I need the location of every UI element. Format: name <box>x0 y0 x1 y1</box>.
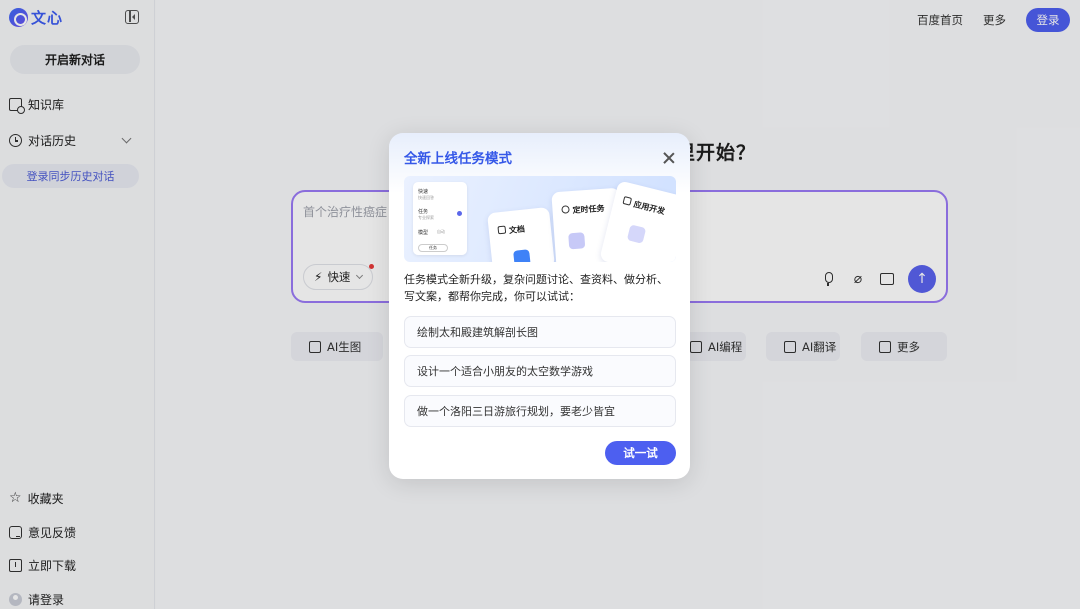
doc-icon <box>497 225 507 235</box>
feature-banner: 快速 快速回答 任务 专业探索 模型 自动 任务 文档 定时任务 应用开发 <box>404 176 676 262</box>
dialog-title: 全新上线任务模式 <box>404 151 512 167</box>
mode-panel-illustration: 快速 快速回答 任务 专业探索 模型 自动 任务 <box>413 182 467 255</box>
panel-row-title: 快速 <box>418 189 429 195</box>
panel-row-sub: 自动 <box>437 229 445 234</box>
card-label: 应用开发 <box>632 199 666 217</box>
suggestion-item[interactable]: 设计一个适合小朋友的太空数学游戏 <box>404 355 676 387</box>
suggestion-item[interactable]: 绘制太和殿建筑解剖长图 <box>404 316 676 348</box>
panel-row-title: 任务 <box>418 209 429 215</box>
close-icon[interactable] <box>663 152 675 164</box>
app-icon <box>622 196 633 206</box>
try-it-button[interactable]: 试一试 <box>605 441 676 465</box>
suggestion-item[interactable]: 做一个洛阳三日游旅行规划，要老少皆宜 <box>404 395 676 427</box>
word-icon <box>513 249 531 262</box>
task-mode-dialog: 全新上线任务模式 快速 快速回答 任务 专业探索 模型 自动 任务 文档 定时任… <box>389 133 690 479</box>
card-label: 文档 <box>508 224 526 236</box>
dialog-description: 任务模式全新升级，复杂问题讨论、查资料、做分析、写文案，都帮你完成，你可以试试： <box>404 273 668 303</box>
selected-dot <box>457 211 462 216</box>
calendar-icon <box>568 232 586 250</box>
panel-row-sub: 专业探索 <box>418 215 434 220</box>
panel-row-sub: 快速回答 <box>418 195 434 200</box>
panel-chip: 任务 <box>418 244 448 252</box>
panel-row-title: 模型 <box>418 230 429 236</box>
doc-card: 文档 <box>487 206 555 262</box>
code-bracket-icon <box>626 224 647 244</box>
alarm-clock-icon <box>561 205 570 214</box>
card-label: 定时任务 <box>572 203 605 216</box>
